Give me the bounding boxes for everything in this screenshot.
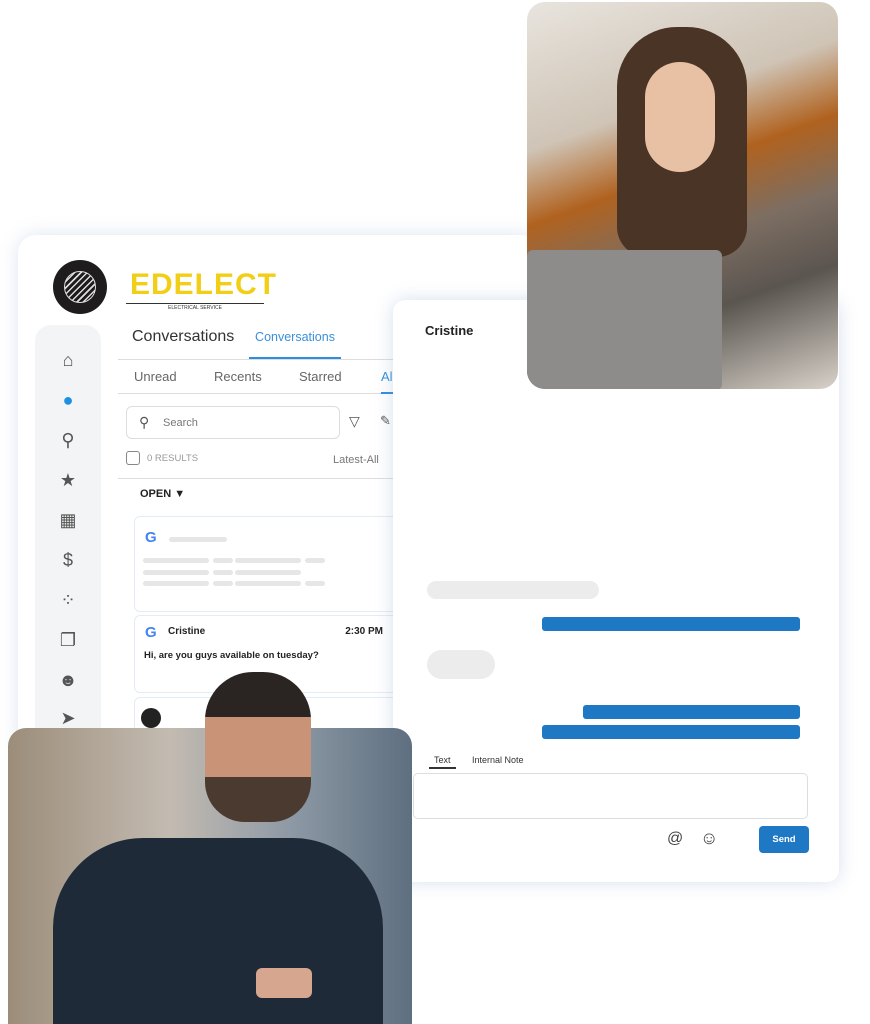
tab-text[interactable]: Text <box>429 755 456 769</box>
sort-dropdown[interactable]: Latest-All <box>333 454 379 466</box>
send-button[interactable]: Send <box>759 826 809 853</box>
select-all-checkbox[interactable] <box>126 451 140 465</box>
divider <box>118 478 408 479</box>
location-pin-icon[interactable]: ⚲ <box>57 429 79 451</box>
star-icon[interactable]: ★ <box>57 469 79 491</box>
compose-icon[interactable]: ✎ <box>380 413 391 429</box>
layers-icon[interactable]: ❐ <box>57 629 79 651</box>
google-icon: G <box>145 529 157 546</box>
chat-contact-name: Cristine <box>425 323 474 338</box>
logo-icon <box>53 260 107 314</box>
outgoing-message <box>583 705 800 719</box>
send-icon[interactable]: ➤ <box>57 707 79 729</box>
man-head <box>205 672 311 822</box>
emoji-icon[interactable]: ☺ <box>700 828 718 849</box>
section-open[interactable]: OPEN ▼ <box>140 488 185 500</box>
tab-unread[interactable]: Unread <box>134 369 177 384</box>
message-preview: Hi, are you guys available on tuesday? <box>144 650 319 661</box>
grid-icon[interactable]: ▦ <box>57 509 79 531</box>
tab-internal-note[interactable]: Internal Note <box>472 755 524 765</box>
tab-starred[interactable]: Starred <box>299 369 342 384</box>
dollar-icon[interactable]: $ <box>57 549 79 571</box>
message-input[interactable] <box>413 773 808 819</box>
filter-tabs: Unread Recents Starred All <box>118 360 409 394</box>
tab-conversations[interactable]: Conversations <box>249 320 341 359</box>
search-icon: ⚲ <box>139 414 150 430</box>
avatar <box>141 708 161 728</box>
chat-icon[interactable]: ● <box>57 389 79 411</box>
woman-with-laptop-photo <box>527 2 838 389</box>
tab-recents[interactable]: Recents <box>214 369 262 384</box>
page-title: Conversations <box>132 328 235 345</box>
incoming-message <box>427 581 599 599</box>
incoming-message <box>427 650 495 679</box>
brand-name: EDELECT <box>130 268 278 301</box>
contact-name: Cristine <box>168 626 206 637</box>
message-time: 2:30 PM <box>345 626 383 637</box>
section-label: OPEN <box>140 488 172 500</box>
list-item[interactable]: G <box>134 516 404 612</box>
filter-icon[interactable]: ▽ <box>349 413 360 430</box>
google-icon: G <box>145 624 157 641</box>
results-count: 0 RESULTS <box>147 453 199 464</box>
attachment-icon[interactable]: @ <box>667 830 683 848</box>
brand-tagline: ELECTRICAL SERVICE <box>126 303 264 311</box>
header-tabs: Conversations Conversations <box>118 320 408 360</box>
users-icon[interactable]: ☻ <box>57 669 79 691</box>
home-icon[interactable]: ⌂ <box>57 349 79 371</box>
outgoing-message <box>542 725 800 739</box>
sidebar: ⌂ ● ⚲ ★ ▦ $ ⁘ ❐ ☻ ➤ <box>35 325 101 745</box>
search-input[interactable]: Search <box>126 406 340 439</box>
outgoing-message <box>542 617 800 631</box>
apps-icon[interactable]: ⁘ <box>57 589 79 611</box>
